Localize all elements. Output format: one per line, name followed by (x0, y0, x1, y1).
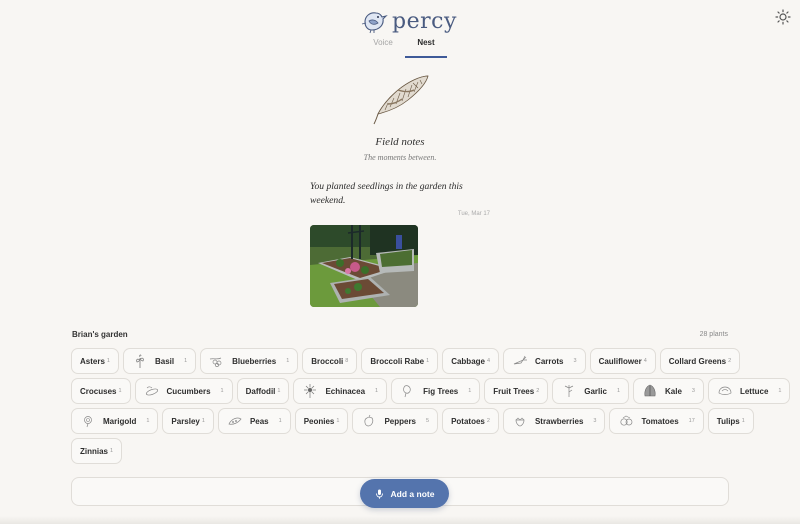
garden-title: Brian's garden (72, 330, 128, 339)
plant-chip-lettuce[interactable]: Lettuce 1 (707, 378, 791, 404)
percy-logo: percy (360, 6, 457, 36)
plant-chip-basil[interactable]: Basil 1 (122, 348, 197, 374)
plant-chip-carrots[interactable]: Carrots 3 (503, 348, 586, 374)
plant-chip-garlic[interactable]: Garlic 1 (552, 378, 629, 404)
plant-chip-peppers[interactable]: Peppers 5 (352, 408, 439, 434)
plant-chip-cucumbers[interactable]: Cucumbers 1 (134, 378, 233, 404)
plant-chip-peas[interactable]: Peas 1 (217, 408, 291, 434)
field-notes-title: Field notes (375, 136, 425, 148)
plant-chip-asters[interactable]: Asters 1 (71, 348, 119, 374)
carrots-icon (513, 355, 528, 365)
plant-chip-collard-greens[interactable]: Collard Greens 2 (659, 348, 741, 374)
garlic-icon (565, 385, 574, 397)
brightness-icon[interactable] (775, 9, 791, 25)
plant-chip-echinacea[interactable]: Echinacea 1 (293, 378, 388, 404)
plant-chip-parsley[interactable]: Parsley 1 (162, 408, 214, 434)
plant-chip-fig-trees[interactable]: Fig Trees 1 (391, 378, 481, 404)
plant-chip-blueberries[interactable]: Blueberries 1 (200, 348, 299, 374)
app-name: percy (392, 8, 457, 34)
plant-chip-tulips[interactable]: Tulips 1 (707, 408, 754, 434)
peppers-icon (364, 414, 374, 427)
kale-icon (644, 384, 656, 397)
garden-header: Brian's garden 28 plants (72, 330, 728, 342)
blueberries-icon (210, 357, 222, 367)
plant-chip-daffodil[interactable]: Daffodil 1 (236, 378, 290, 404)
plant-chip-strawberries[interactable]: Strawberries 3 (502, 408, 606, 434)
plant-chip-tomatoes[interactable]: Tomatoes 17 (609, 408, 704, 434)
add-note-label: Add a note (390, 488, 435, 499)
tab-nest[interactable]: Nest (405, 38, 447, 58)
add-note-button[interactable]: Add a note (360, 479, 449, 508)
lettuce-icon (718, 386, 732, 395)
fig-trees-icon (403, 385, 411, 398)
plant-chip-broccoli-rabe[interactable]: Broccoli Rabe 1 (361, 348, 439, 374)
plant-chip-marigold[interactable]: Marigold 1 (71, 408, 159, 434)
plant-chip-peonies[interactable]: Peonies 1 (294, 408, 349, 434)
basil-icon (136, 354, 144, 368)
bird-logo-icon (361, 12, 388, 34)
peas-icon (228, 417, 242, 425)
plant-chip-broccoli[interactable]: Broccoli 8 (302, 348, 358, 374)
echinacea-icon (304, 384, 317, 398)
plant-count: 28 plants (699, 331, 728, 338)
tab-voice[interactable]: Voice (362, 38, 404, 58)
feather-icon (373, 75, 429, 125)
tab-bar: Voice Nest (362, 38, 447, 58)
tomatoes-icon (620, 415, 633, 426)
plant-chip-kale[interactable]: Kale 3 (633, 378, 704, 404)
plant-chip-fruit-trees[interactable]: Fruit Trees 2 (484, 378, 549, 404)
plant-chip-crocuses[interactable]: Crocuses 1 (71, 378, 131, 404)
plant-chip-cauliflower[interactable]: Cauliflower 4 (589, 348, 656, 374)
note-date: Tue, Mar 17 (457, 211, 490, 217)
marigold-icon (84, 416, 92, 428)
note-text: You planted seedlings in the garden this… (310, 181, 463, 206)
cucumbers-icon (145, 386, 158, 396)
strawberries-icon (515, 417, 525, 427)
microphone-icon (375, 489, 383, 499)
bottom-edge (0, 516, 800, 524)
plant-chip-cabbage[interactable]: Cabbage 4 (442, 348, 500, 374)
plant-chip-zinnias[interactable]: Zinnias 1 (71, 438, 123, 464)
plant-list: Asters 1 Basil 1 Blueberries 1 Broccoli 8 Br… (71, 348, 791, 468)
field-notes-subtitle: The moments between. (363, 153, 437, 162)
garden-photo[interactable] (310, 225, 418, 307)
plant-chip-potatoes[interactable]: Potatoes 2 (442, 408, 499, 434)
